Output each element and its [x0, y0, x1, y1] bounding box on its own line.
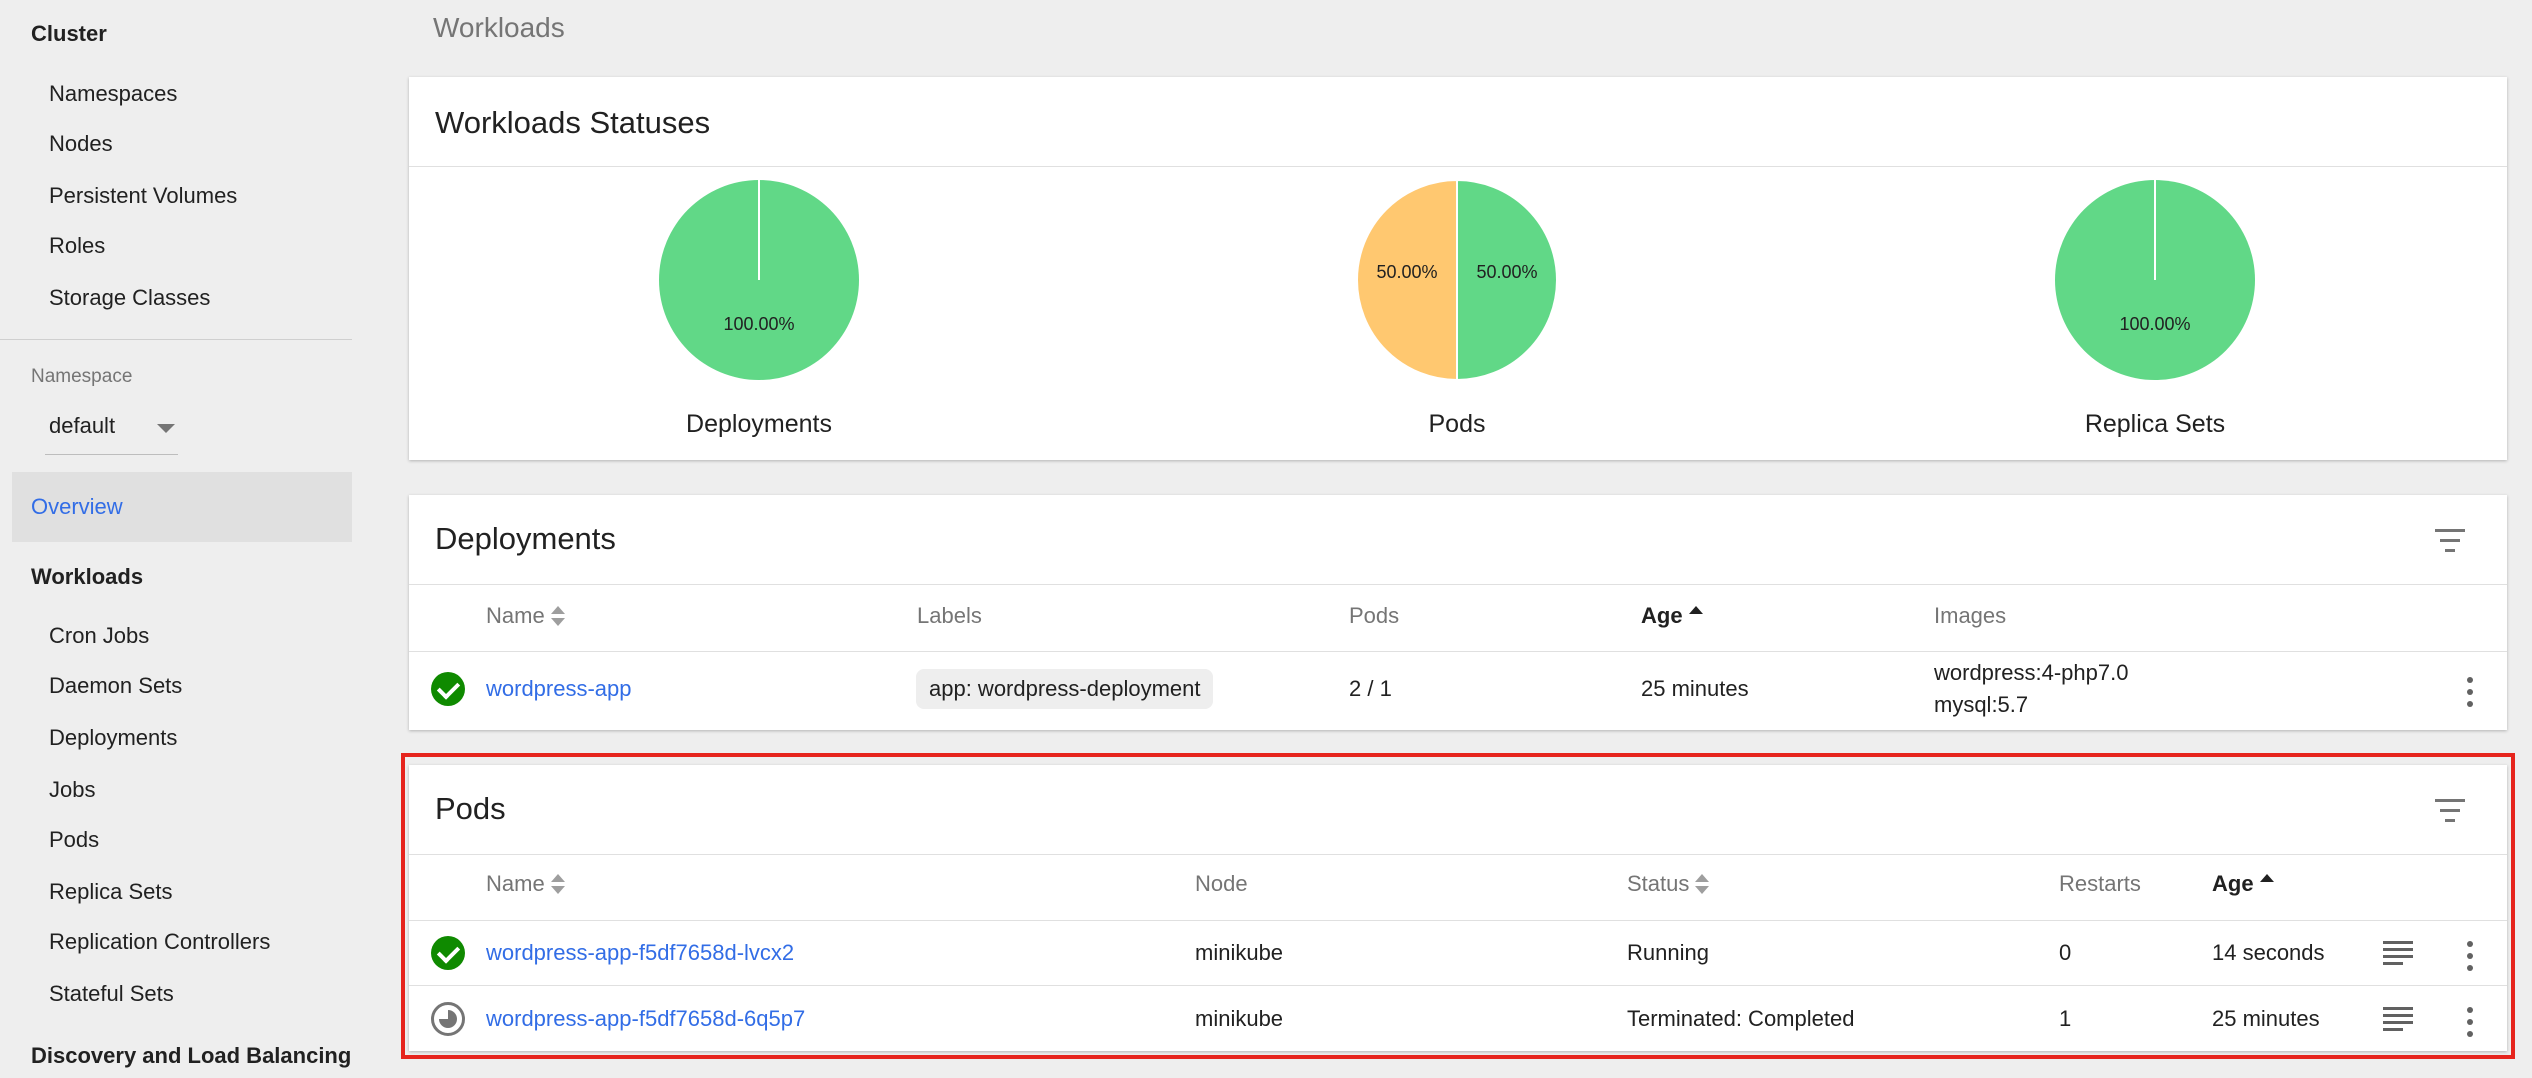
pod-age: 25 minutes: [2212, 1006, 2320, 1031]
column-header-restarts: Restarts: [2059, 871, 2141, 896]
chevron-down-icon: [157, 424, 175, 433]
page-title: Workloads: [433, 12, 565, 43]
sidebar-item-storage-classes[interactable]: Storage Classes: [49, 285, 210, 311]
column-header-label: Name: [486, 603, 545, 628]
sidebar-item-stateful-sets[interactable]: Stateful Sets: [49, 981, 174, 1007]
sidebar-item-replication-controllers[interactable]: Replication Controllers: [49, 929, 270, 955]
row-divider: [409, 920, 2507, 921]
pie-pods: 50.00% 50.00%: [1356, 178, 1558, 382]
column-header-pods: Pods: [1349, 603, 1400, 628]
sidebar-item-jobs[interactable]: Jobs: [49, 777, 95, 803]
logs-icon[interactable]: [2383, 1007, 2413, 1033]
sort-ascending-icon: [1688, 604, 1703, 628]
pod-node: minikube: [1195, 1006, 1284, 1031]
check-circle-icon: [431, 936, 465, 970]
sidebar-heading-discovery[interactable]: Discovery and Load Balancing: [31, 1043, 351, 1069]
filter-icon[interactable]: [2432, 797, 2468, 827]
column-header-images: Images: [1934, 603, 2007, 628]
pie-slice-label: 100.00%: [2119, 314, 2190, 334]
more-vert-icon[interactable]: [2460, 1005, 2480, 1039]
sidebar-item-namespaces[interactable]: Namespaces: [49, 81, 177, 107]
deployment-age: 25 minutes: [1641, 676, 1749, 701]
row-divider: [409, 985, 2507, 986]
sidebar-item-roles[interactable]: Roles: [49, 233, 105, 259]
pods-card: Pods Name Node Status Restarts Age wordp…: [409, 765, 2507, 1051]
pod-name-link[interactable]: wordpress-app-f5df7658d-lvcx2: [486, 940, 794, 966]
sidebar-heading-cluster: Cluster: [31, 21, 107, 46]
image-name: wordpress:4-php7.0: [1934, 660, 2129, 685]
pod-status: Running: [1627, 940, 1709, 965]
sidebar-item-cron-jobs[interactable]: Cron Jobs: [49, 623, 149, 649]
column-header-age[interactable]: Age: [2212, 871, 2274, 897]
pie-slice-label: 100.00%: [723, 314, 794, 334]
sidebar-divider: [0, 339, 352, 340]
pie-label: Deployments: [686, 410, 832, 438]
card-title: Workloads Statuses: [435, 105, 711, 140]
terminated-icon: [431, 1002, 465, 1036]
deployments-card: Deployments Name Labels Pods Age Images …: [409, 495, 2507, 730]
column-header-label: Name: [486, 871, 545, 896]
card-title: Pods: [435, 791, 506, 826]
pods-count: 2 / 1: [1349, 676, 1392, 701]
pod-node: minikube: [1195, 940, 1284, 965]
pie-chart-pods: 50.00% 50.00% Pods: [1337, 178, 1577, 439]
column-header-label: Age: [2212, 871, 2254, 896]
column-header-name[interactable]: Name: [486, 871, 565, 897]
sidebar-item-daemon-sets[interactable]: Daemon Sets: [49, 673, 182, 699]
sort-icon: [550, 604, 565, 628]
workloads-statuses-card: Workloads Statuses 100.00% Deployments 5…: [409, 77, 2507, 460]
column-header-label: Age: [1641, 603, 1683, 628]
sidebar-item-overview[interactable]: Overview: [12, 472, 352, 542]
pod-restarts: 0: [2059, 940, 2072, 965]
pie-replica-sets: 100.00%: [2055, 180, 2255, 380]
pod-restarts: 1: [2059, 1006, 2072, 1031]
sort-ascending-icon: [2259, 872, 2274, 896]
sidebar-item-pods[interactable]: Pods: [49, 827, 99, 853]
pie-slice-label: 50.00%: [1476, 262, 1537, 282]
card-title: Deployments: [435, 521, 616, 556]
sort-icon: [550, 872, 565, 896]
row-divider: [409, 651, 2507, 652]
column-header-label: Status: [1627, 871, 1690, 896]
more-vert-icon[interactable]: [2460, 675, 2480, 709]
pod-status: Terminated: Completed: [1627, 1006, 1855, 1031]
pie-chart-replica-sets: 100.00% Replica Sets: [2035, 178, 2275, 439]
sidebar-item-nodes[interactable]: Nodes: [49, 131, 113, 157]
pie-label: Pods: [1428, 410, 1486, 438]
card-divider: [409, 854, 2507, 855]
more-vert-icon[interactable]: [2460, 939, 2480, 973]
column-header-age[interactable]: Age: [1641, 603, 1703, 629]
deployment-name-link[interactable]: wordpress-app: [486, 676, 632, 702]
sidebar-heading-workloads[interactable]: Workloads: [31, 564, 143, 590]
label-chip: app: wordpress-deployment: [916, 669, 1214, 709]
pod-age: 14 seconds: [2212, 940, 2325, 965]
namespace-value: default: [49, 413, 116, 438]
pie-label: Replica Sets: [2084, 410, 2226, 438]
sort-icon: [1695, 872, 1710, 896]
sidebar-item-deployments[interactable]: Deployments: [49, 725, 177, 751]
pie-deployments: 100.00%: [659, 180, 859, 380]
pie-slice-label: 50.00%: [1376, 262, 1437, 282]
column-header-labels: Labels: [917, 603, 982, 628]
column-header-status[interactable]: Status: [1627, 871, 1710, 897]
sidebar-item-label: Overview: [31, 494, 123, 519]
check-circle-icon: [431, 672, 465, 706]
sidebar-item-replica-sets[interactable]: Replica Sets: [49, 879, 173, 905]
pod-name-link[interactable]: wordpress-app-f5df7658d-6q5p7: [486, 1006, 805, 1032]
sidebar: Cluster Namespaces Nodes Persistent Volu…: [0, 0, 352, 1078]
namespace-select[interactable]: default: [45, 403, 178, 455]
column-header-name[interactable]: Name: [486, 603, 565, 629]
image-name: mysql:5.7: [1934, 692, 2029, 717]
pie-chart-deployments: 100.00% Deployments: [639, 178, 879, 439]
filter-icon[interactable]: [2432, 527, 2468, 557]
card-divider: [409, 166, 2507, 167]
namespace-label: Namespace: [31, 366, 133, 387]
card-divider: [409, 584, 2507, 585]
column-header-node: Node: [1195, 871, 1248, 896]
logs-icon[interactable]: [2383, 941, 2413, 967]
sidebar-item-persistent-volumes[interactable]: Persistent Volumes: [49, 183, 237, 209]
